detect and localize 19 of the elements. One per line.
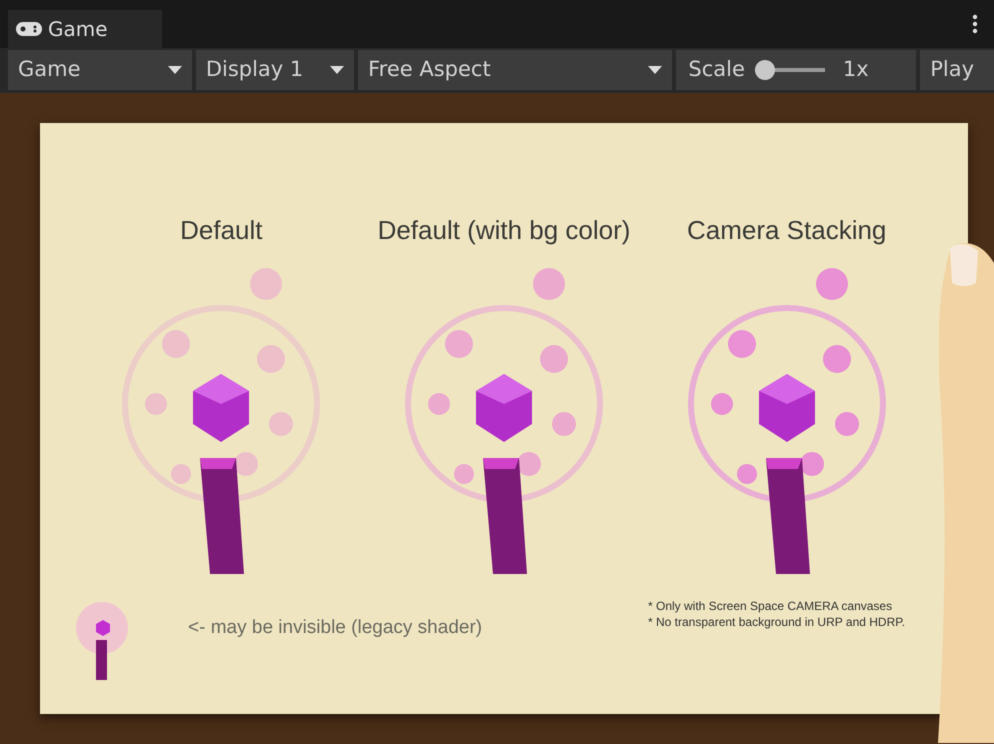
caret-icon — [168, 66, 182, 74]
dropdown[interactable]: Free Aspect — [358, 50, 672, 90]
gamepad-icon — [16, 22, 42, 36]
caret-icon — [330, 66, 344, 74]
legacy-note: <- may be invisible (legacy shader) — [188, 616, 482, 640]
caret-icon — [648, 66, 662, 74]
column-heading: Camera Stacking — [686, 214, 886, 247]
more-options-icon[interactable] — [972, 14, 978, 34]
dropdown[interactable]: Display 1 — [196, 50, 354, 90]
column-heading: Default — [180, 214, 263, 247]
dropdown[interactable]: Game — [8, 50, 192, 90]
scale-label: Scale — [688, 56, 745, 84]
play-button[interactable]: Play — [920, 50, 994, 90]
game-tab[interactable]: Game — [8, 10, 162, 48]
scale-reading: 1x — [842, 56, 869, 84]
footnote: * No transparent background in URP and HDRP. — [648, 614, 906, 630]
footnote: * Only with Screen Space CAMERA canvases — [648, 598, 894, 614]
column-heading: Default (with bg color) — [378, 214, 630, 247]
slider-thumb[interactable] — [754, 60, 775, 80]
